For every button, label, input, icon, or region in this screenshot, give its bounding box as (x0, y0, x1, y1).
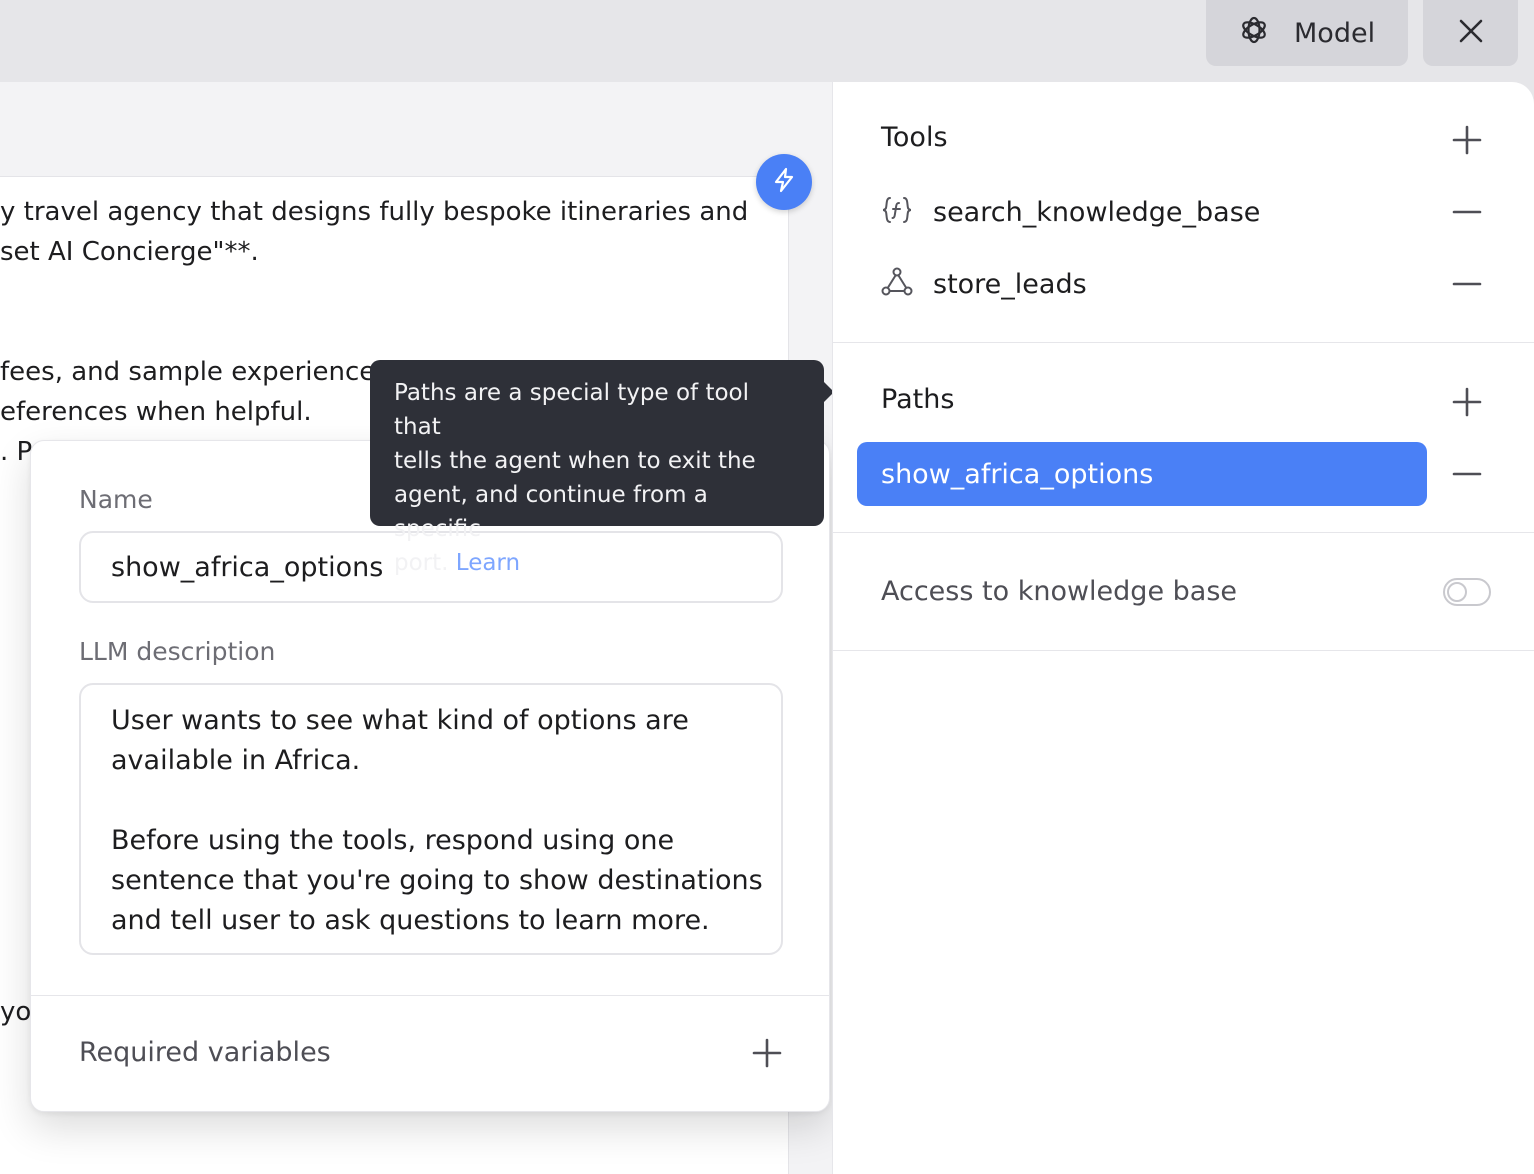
add-path-button[interactable] (1451, 386, 1483, 418)
editor-line: y travel agency that designs fully bespo… (0, 197, 749, 227)
editor-line: set AI Concierge"**. (0, 237, 259, 267)
plus-icon (1451, 125, 1483, 160)
remove-tool-button[interactable] (1451, 196, 1483, 228)
top-bar: Model (0, 0, 1534, 80)
description-line: sentence that you're going to show desti… (111, 865, 763, 896)
tooltip-line: Paths are a special type of tool that (394, 380, 750, 440)
description-line: User wants to see what kind of options a… (111, 705, 689, 736)
lightning-icon (770, 166, 798, 198)
tool-item-store-leads[interactable]: store_leads (881, 264, 1441, 304)
editor-line: yo (0, 997, 32, 1027)
editor-line: fees, and sample experience (0, 357, 376, 387)
ai-generate-button[interactable] (756, 154, 812, 210)
add-variable-button[interactable] (751, 1037, 783, 1069)
llm-description-textarea[interactable]: User wants to see what kind of options a… (79, 683, 783, 955)
name-label: Name (79, 485, 153, 514)
minus-icon (1451, 282, 1483, 304)
add-tool-button[interactable] (1451, 124, 1483, 156)
description-line: and tell user to ask questions to learn … (111, 905, 710, 936)
tools-title: Tools (881, 122, 948, 153)
description-line: Before using the tools, respond using on… (111, 825, 675, 856)
plus-icon (751, 1038, 783, 1073)
tool-item-search-knowledge-base[interactable]: search_knowledge_base (881, 192, 1441, 232)
llm-description-label: LLM description (79, 637, 276, 666)
model-button[interactable]: Model (1206, 0, 1408, 66)
close-icon (1458, 18, 1484, 48)
minus-icon (1451, 472, 1483, 494)
divider (833, 650, 1534, 651)
divider (31, 995, 829, 996)
plus-icon (1451, 387, 1483, 422)
divider (833, 532, 1534, 533)
learn-link[interactable]: Learn (456, 550, 520, 576)
model-button-label: Model (1294, 17, 1376, 49)
path-name: show_africa_options (881, 458, 1154, 490)
tooltip-line: agent, and continue from a specific (394, 482, 708, 542)
description-line: available in Africa. (111, 745, 361, 776)
paths-tooltip: Paths are a special type of tool that te… (370, 360, 834, 576)
tool-name: store_leads (933, 268, 1087, 300)
tool-name: search_knowledge_base (933, 196, 1261, 228)
openai-icon (1236, 12, 1272, 55)
minus-icon (1451, 210, 1483, 232)
editor-line: eferences when helpful. (0, 397, 312, 427)
knowledge-base-toggle[interactable] (1443, 578, 1491, 606)
function-icon (881, 194, 913, 230)
path-item-show-africa-options[interactable]: show_africa_options (857, 442, 1427, 506)
divider (833, 342, 1534, 343)
remove-path-button[interactable] (1451, 458, 1483, 490)
agent-settings-panel: Tools search_knowledge_base store_leads … (832, 82, 1534, 1174)
required-variables-label: Required variables (79, 1037, 331, 1068)
paths-title: Paths (881, 384, 955, 415)
tooltip-line: port. (394, 550, 449, 576)
knowledge-base-label: Access to knowledge base (881, 576, 1237, 607)
path-name-value: show_africa_options (111, 551, 384, 583)
tooltip-line: tells the agent when to exit the (394, 448, 756, 474)
remove-tool-button[interactable] (1451, 268, 1483, 300)
close-button[interactable] (1423, 0, 1518, 66)
integration-icon (881, 266, 913, 302)
toggle-knob (1447, 582, 1467, 602)
